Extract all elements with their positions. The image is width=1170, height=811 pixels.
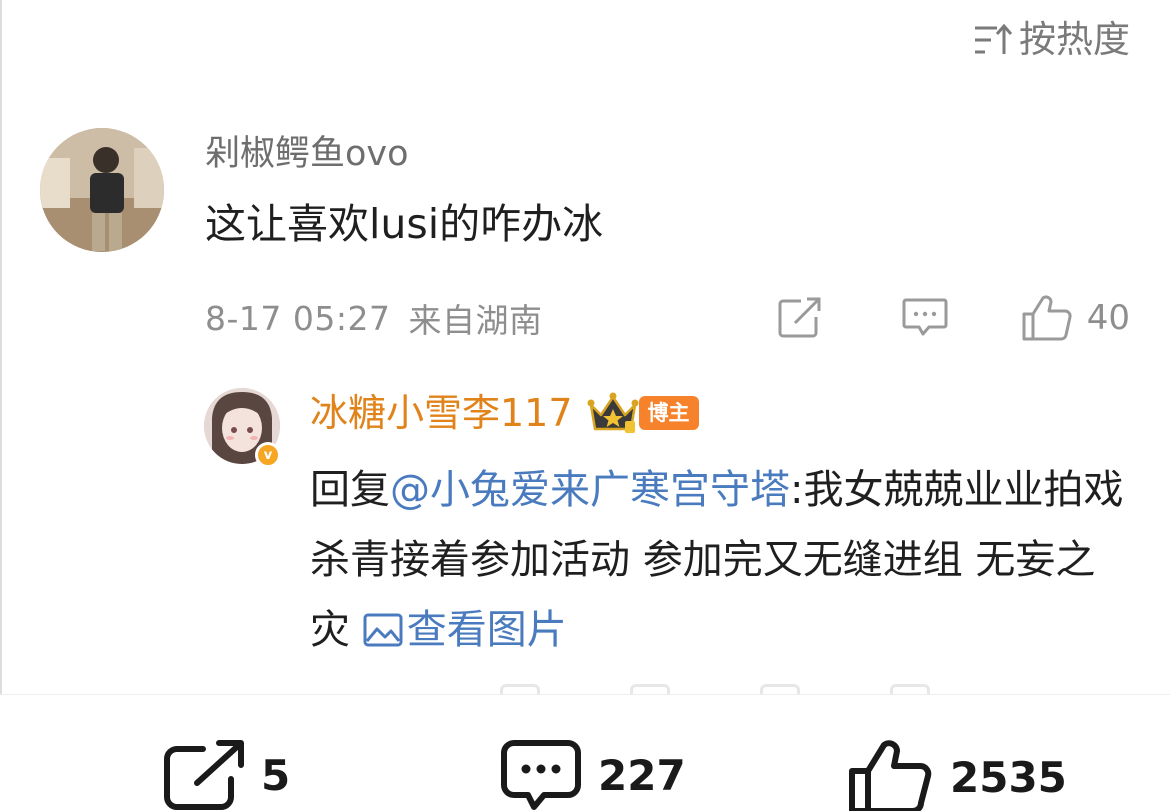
comment-text: 这让喜欢lusi的咋办冰 <box>205 200 604 248</box>
repost-comment-button[interactable] <box>777 297 823 339</box>
commenter-username[interactable]: 剁椒鳄鱼ovo <box>205 130 409 178</box>
sort-label: 按热度 <box>1019 18 1130 61</box>
thumbs-up-icon <box>849 740 932 811</box>
edit-share-icon <box>778 297 821 338</box>
comment-like-count: 40 <box>1086 298 1130 338</box>
reply-text: 回复@小兔爱来广寒宫守塔:我女兢兢业业拍戏 杀青接着参加活动 参加完又无缝进组 … <box>310 455 1130 665</box>
comment-actions: 40 <box>777 294 1130 342</box>
mention-link[interactable]: @小兔爱来广寒宫守塔 <box>390 467 790 513</box>
blogger-badge: 博主 <box>638 396 699 430</box>
sort-icon <box>975 23 1013 54</box>
comment-bubble-icon <box>902 298 948 336</box>
sort-by-hot-button[interactable]: 按热度 <box>973 14 1130 66</box>
comment-icon <box>501 740 581 810</box>
weibo-comment-page: 按热度 剁椒鳄鱼ovo 这让喜欢lusi的咋办冰 8-17 05:27 来自湖南 <box>0 0 1170 811</box>
thumbs-up-icon <box>1022 295 1072 341</box>
like-count: 2535 <box>950 752 1067 802</box>
crown-icon <box>587 392 639 433</box>
commenter-avatar[interactable] <box>40 128 164 252</box>
reply-prefix: 回复 <box>310 467 390 513</box>
image-icon <box>363 613 403 647</box>
view-image-link[interactable]: 查看图片 <box>363 607 567 653</box>
comment-location: 来自湖南 <box>408 301 543 340</box>
reply-comment-button[interactable] <box>901 297 949 339</box>
like-button[interactable]: 2535 <box>848 739 1067 811</box>
replier-header: 冰糖小雪李117 博主 <box>310 385 699 441</box>
comment-count: 227 <box>598 750 686 800</box>
share-icon <box>164 740 244 810</box>
share-button[interactable]: 5 <box>163 739 290 811</box>
frame-edge <box>0 0 2 811</box>
comment-meta-row: 8-17 05:27 来自湖南 40 <box>205 290 1130 346</box>
like-comment-button[interactable]: 40 <box>1021 294 1130 342</box>
bottom-toolbar: 5 227 2535 <box>0 694 1170 811</box>
view-image-label: 查看图片 <box>406 607 567 653</box>
share-count: 5 <box>261 750 291 800</box>
comment-time: 8-17 05:27 <box>205 298 391 338</box>
replier-username[interactable]: 冰糖小雪李117 <box>310 387 573 439</box>
comment-button[interactable]: 227 <box>500 739 686 811</box>
verified-badge-icon: v <box>255 442 281 468</box>
